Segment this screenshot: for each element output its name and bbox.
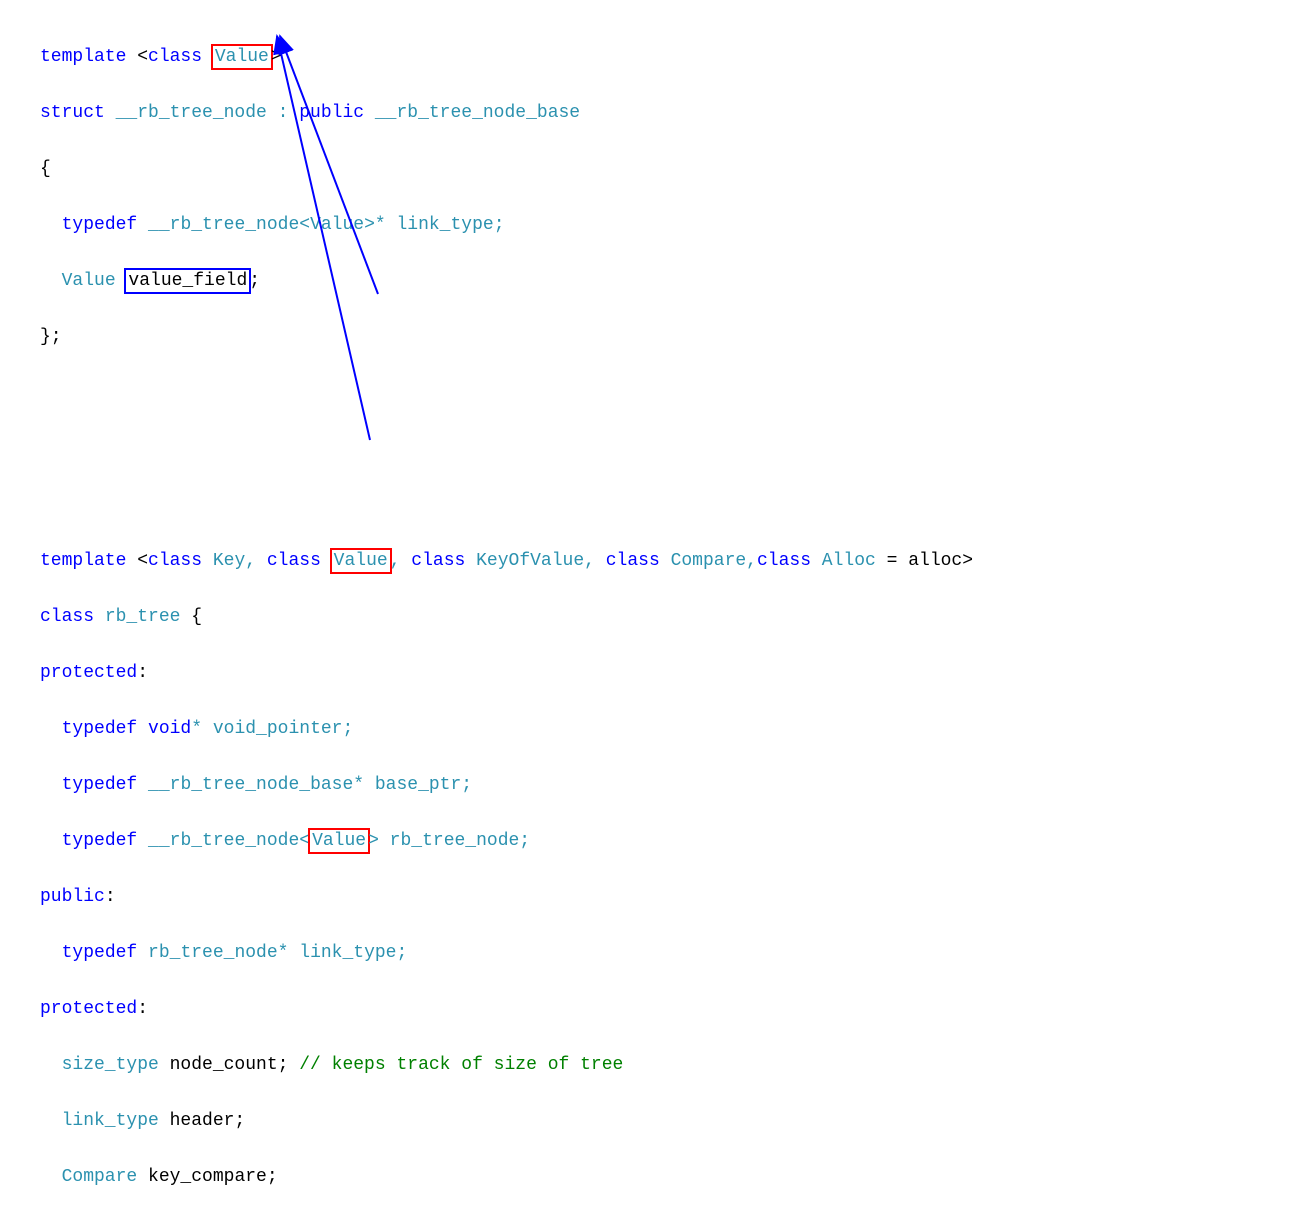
code-line: typedef __rb_tree_node<Value>* link_type… [40, 211, 973, 239]
semicolon: ; [249, 271, 260, 291]
keyword-typedef: typedef [62, 719, 148, 739]
member-value-field: value_field [128, 271, 247, 291]
keyword-typedef: typedef [62, 831, 138, 851]
keyword-template: template [40, 551, 137, 571]
code-block: template <class Value> struct __rb_tree_… [40, 15, 973, 1219]
highlight-value-2: Value [330, 548, 392, 574]
type-value: Value [312, 831, 366, 851]
type-rb-tree: rb_tree [94, 607, 191, 627]
keyword-void: void [148, 719, 191, 739]
code-line: public: [40, 883, 973, 911]
blank-line [40, 379, 973, 407]
type-value: Value [334, 551, 388, 571]
blank-line [40, 435, 973, 463]
keyword-protected: protected [40, 999, 137, 1019]
base-type: __rb_tree_node_base [364, 103, 580, 123]
highlight-value-1: Value [211, 44, 273, 70]
code-line: Compare key_compare; [40, 1163, 973, 1191]
comment: // keeps track of size of tree [299, 1055, 623, 1075]
angle-open: < [137, 47, 148, 67]
code-line: }; [40, 323, 973, 351]
keyword-class: class [606, 551, 660, 571]
angle-close: > [271, 47, 282, 67]
keyword-typedef: typedef [62, 943, 138, 963]
keyword-class: class [757, 551, 811, 571]
code-line: link_type header; [40, 1107, 973, 1135]
type-name: __rb_tree_node : [105, 103, 299, 123]
keyword-class: class [40, 607, 94, 627]
keyword-class: class [148, 551, 202, 571]
code-line: template <class Key, class Value, class … [40, 547, 973, 575]
code-line: typedef __rb_tree_node<Value> rb_tree_no… [40, 827, 973, 855]
highlight-value-3: Value [308, 828, 370, 854]
code-line: size_type node_count; // keeps track of … [40, 1051, 973, 1079]
keyword-typedef: typedef [62, 215, 138, 235]
blank-line [40, 491, 973, 519]
code-line: { [40, 155, 973, 183]
keyword-public: public [299, 103, 364, 123]
brace-close-semi: }; [40, 327, 62, 347]
code-line: template <class Value> [40, 43, 973, 71]
code-line: Value value_field; [40, 267, 973, 295]
keyword-public: public [40, 887, 105, 907]
code-line: class rb_tree { [40, 603, 973, 631]
keyword-struct: struct [40, 103, 105, 123]
keyword-class: class [148, 47, 213, 67]
code-line: protected: [40, 995, 973, 1023]
keyword-template: template [40, 47, 137, 67]
keyword-class: class [411, 551, 465, 571]
keyword-class: class [267, 551, 332, 571]
keyword-typedef: typedef [62, 775, 138, 795]
code-line: typedef __rb_tree_node_base* base_ptr; [40, 771, 973, 799]
highlight-value-field: value_field [124, 268, 251, 294]
code-line: struct __rb_tree_node : public __rb_tree… [40, 99, 973, 127]
code-line: protected: [40, 659, 973, 687]
type-value: Value [62, 271, 127, 291]
keyword-protected: protected [40, 663, 137, 683]
code-line: typedef rb_tree_node* link_type; [40, 939, 973, 967]
code-line: typedef void* void_pointer; [40, 715, 973, 743]
brace-open: { [40, 159, 51, 179]
type-value: Value [215, 47, 269, 67]
typedef-body: __rb_tree_node<Value>* link_type; [137, 215, 504, 235]
